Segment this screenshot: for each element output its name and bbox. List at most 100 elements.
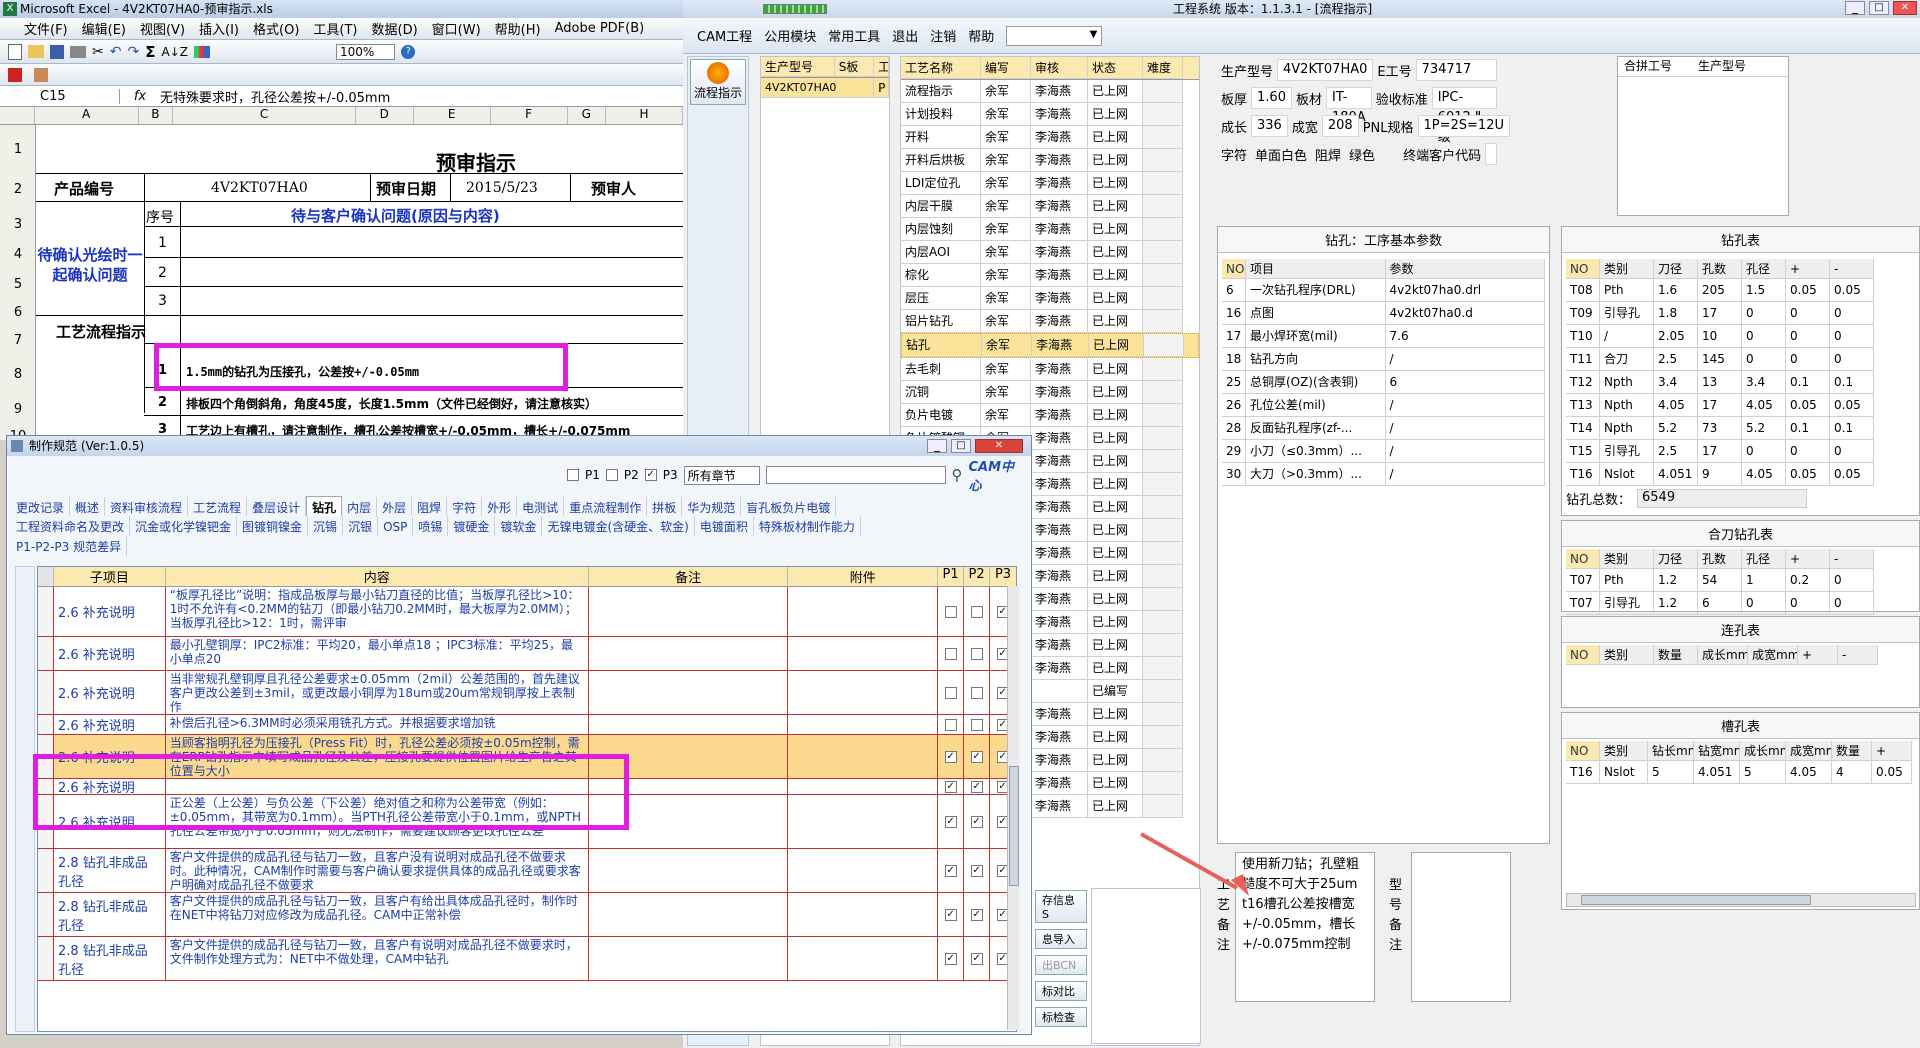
menu-public[interactable]: 公用模块 bbox=[764, 26, 816, 45]
col-p1[interactable]: P1 bbox=[938, 567, 965, 586]
col-process[interactable]: 工艺名称 bbox=[901, 57, 981, 79]
p1-row-checkbox[interactable]: ✓ bbox=[944, 908, 957, 921]
process-row[interactable]: 流程指示 余军 李海燕 已上网 bbox=[901, 80, 1199, 103]
help-icon[interactable]: ? bbox=[401, 44, 416, 59]
menu-logout[interactable]: 注销 bbox=[930, 26, 956, 45]
tab[interactable]: 外形 bbox=[482, 497, 518, 516]
table-header-cell[interactable]: 成长mm bbox=[1698, 645, 1748, 665]
p1-row-checkbox[interactable]: ✓ bbox=[944, 780, 957, 793]
table-header-cell[interactable]: 成长mm bbox=[1740, 741, 1786, 761]
section-select[interactable]: 所有章节 bbox=[683, 465, 760, 485]
table-row[interactable]: T14 Npth 5.2 73 5.2 0.1 0.1 bbox=[1566, 417, 1915, 440]
table-header-cell[interactable]: + bbox=[1798, 645, 1838, 665]
menu-file[interactable]: 文件(F) bbox=[24, 19, 68, 38]
table-row[interactable]: T16 Nslot 4.051 9 4.05 0.05 0.05 bbox=[1566, 463, 1915, 486]
undo-icon[interactable]: ↶ bbox=[110, 44, 122, 60]
p2-row-checkbox[interactable]: ✓ bbox=[970, 952, 983, 965]
process-row[interactable]: 铝片钻孔 余军 李海燕 已上网 bbox=[901, 310, 1199, 333]
table-row[interactable]: 25 总铜厚(OZ)(含表铜) 6 bbox=[1222, 371, 1545, 394]
table-header-cell[interactable]: 类别 bbox=[1600, 741, 1648, 761]
table-row[interactable]: T15 引导孔 2.5 17 0 0 0 bbox=[1566, 440, 1915, 463]
spec-row[interactable]: 2.6 补充说明 最小孔壁铜厚：IPC2标准：平均20，最小单点18 ；IPC3标… bbox=[38, 637, 1016, 671]
table-row[interactable]: T11 合刀 2.5 145 0 0 0 bbox=[1566, 348, 1915, 371]
row-header[interactable]: 4 bbox=[0, 247, 36, 262]
model-row[interactable]: 4V2KT07HA0 P bbox=[761, 78, 889, 98]
spec-scrollbar[interactable] bbox=[1007, 586, 1019, 1030]
side-btn-save[interactable]: 存信息S bbox=[1035, 890, 1087, 923]
col-work[interactable]: 工 bbox=[874, 57, 889, 77]
table-header-cell[interactable]: 成宽mm bbox=[1748, 645, 1798, 665]
tab[interactable]: 拼板 bbox=[647, 497, 683, 516]
menu-tools[interactable]: 工具(T) bbox=[313, 19, 357, 38]
sum-icon[interactable]: Σ bbox=[145, 43, 155, 61]
menu-tools[interactable]: 常用工具 bbox=[828, 26, 880, 45]
table-row[interactable]: 18 钻孔方向 / bbox=[1222, 348, 1545, 371]
tab[interactable]: 内层 bbox=[342, 497, 378, 516]
p1-row-checkbox[interactable] bbox=[944, 686, 957, 699]
table-header-cell[interactable]: - bbox=[1838, 645, 1878, 665]
process-row[interactable]: LDI定位孔 余军 李海燕 已上网 bbox=[901, 172, 1199, 195]
tab[interactable]: 工艺流程 bbox=[188, 497, 248, 516]
row-header[interactable]: 9 bbox=[0, 402, 36, 417]
new-icon[interactable] bbox=[8, 43, 22, 60]
p3-checkbox[interactable]: ✓ bbox=[644, 469, 657, 481]
row-header[interactable]: 1 bbox=[0, 142, 36, 157]
table-header-cell[interactable]: NO bbox=[1566, 645, 1600, 665]
process-row[interactable]: 内层AOI 余军 李海燕 已上网 bbox=[901, 241, 1199, 264]
menu-help[interactable]: 帮助 bbox=[968, 26, 994, 45]
close-icon[interactable]: ✕ bbox=[1893, 1, 1917, 15]
table-header-cell[interactable]: - bbox=[1830, 549, 1874, 569]
flow-button[interactable]: 流程指示 bbox=[690, 59, 746, 105]
spec-row[interactable]: 2.6 补充说明 “板厚孔径比”说明：指成品板厚与最小钻刀直径的比值；当板厚孔径比… bbox=[38, 587, 1016, 637]
table-header-cell[interactable]: - bbox=[1830, 259, 1874, 279]
table-header-cell[interactable]: + bbox=[1872, 741, 1912, 761]
spec-maximize-icon[interactable]: □ bbox=[951, 439, 971, 453]
tab[interactable]: 镀软金 bbox=[495, 516, 543, 536]
table-row[interactable]: 17 最小焊环宽(mil) 7.6 bbox=[1222, 325, 1545, 348]
menu-format[interactable]: 格式(O) bbox=[253, 19, 299, 38]
pdf-mail-icon[interactable] bbox=[34, 68, 48, 82]
total-value[interactable]: 6549 bbox=[1637, 489, 1808, 508]
table-header-cell[interactable]: 孔径 bbox=[1742, 549, 1786, 569]
redo-icon[interactable]: ↷ bbox=[127, 44, 139, 60]
tab[interactable]: 资料审核流程 bbox=[105, 497, 189, 516]
cut-icon[interactable]: ✂ bbox=[92, 44, 104, 60]
menu-view[interactable]: 视图(V) bbox=[140, 19, 185, 38]
table-row[interactable]: 29 小刀（≤0.3mm）... / bbox=[1222, 440, 1545, 463]
table-header-cell[interactable]: 类别 bbox=[1600, 549, 1654, 569]
search-icon[interactable]: ⚲ bbox=[952, 466, 963, 484]
proc-text-2[interactable]: 排板四个角倒斜角，角度45度，长度1.5mm（文件已经倒好，请注意核实） bbox=[186, 395, 597, 412]
p1-row-checkbox[interactable]: ✓ bbox=[944, 815, 957, 828]
side-btn-compare[interactable]: 标对比 bbox=[1035, 981, 1087, 1001]
col-writer[interactable]: 编写 bbox=[981, 57, 1031, 79]
col-p3[interactable]: P3 bbox=[990, 567, 1016, 586]
process-row[interactable]: 去毛刺 余军 李海燕 已上网 bbox=[901, 358, 1199, 381]
side-btn-check[interactable]: 标检查 bbox=[1035, 1007, 1087, 1027]
process-row[interactable]: 开料后烘板 余军 李海燕 已上网 bbox=[901, 149, 1199, 172]
table-header-cell[interactable]: 数量 bbox=[1832, 741, 1872, 761]
p2-row-checkbox[interactable]: ✓ bbox=[970, 780, 983, 793]
menu-data[interactable]: 数据(D) bbox=[372, 19, 418, 38]
table-row[interactable]: 30 大刀（>0.3mm）... / bbox=[1222, 463, 1545, 486]
col-p2[interactable]: P2 bbox=[964, 567, 991, 586]
process-row[interactable]: 棕化 余军 李海燕 已上网 bbox=[901, 264, 1199, 287]
table-header-cell[interactable]: 孔数 bbox=[1698, 259, 1742, 279]
table-row[interactable]: 26 孔位公差(mil) / bbox=[1222, 394, 1545, 417]
col-item[interactable]: 项目 bbox=[1245, 259, 1386, 279]
menu-cam[interactable]: CAM工程 bbox=[697, 26, 752, 45]
table-header-cell[interactable]: + bbox=[1786, 549, 1830, 569]
process-row[interactable]: 钻孔 余军 李海燕 已上网 bbox=[901, 333, 1199, 358]
col-remark[interactable]: 备注 bbox=[589, 567, 789, 586]
tab[interactable]: 华为规范 bbox=[682, 497, 742, 516]
menu-window[interactable]: 窗口(W) bbox=[432, 19, 481, 38]
maximize-icon[interactable]: □ bbox=[1869, 1, 1889, 15]
p2-row-checkbox[interactable]: ✓ bbox=[970, 815, 983, 828]
tab[interactable]: 阻焊 bbox=[412, 497, 448, 516]
chart-icon[interactable] bbox=[193, 45, 210, 58]
model-note-text[interactable] bbox=[1411, 852, 1511, 1002]
table-row[interactable]: T10/2.05 10 0 0 0 bbox=[1566, 325, 1915, 348]
process-row[interactable]: 计划投料 余军 李海燕 已上网 bbox=[901, 103, 1199, 126]
menu-help[interactable]: 帮助(H) bbox=[495, 19, 541, 38]
tab[interactable]: 盲孔板负片电镀 bbox=[741, 497, 837, 516]
menu-edit[interactable]: 编辑(E) bbox=[82, 19, 126, 38]
